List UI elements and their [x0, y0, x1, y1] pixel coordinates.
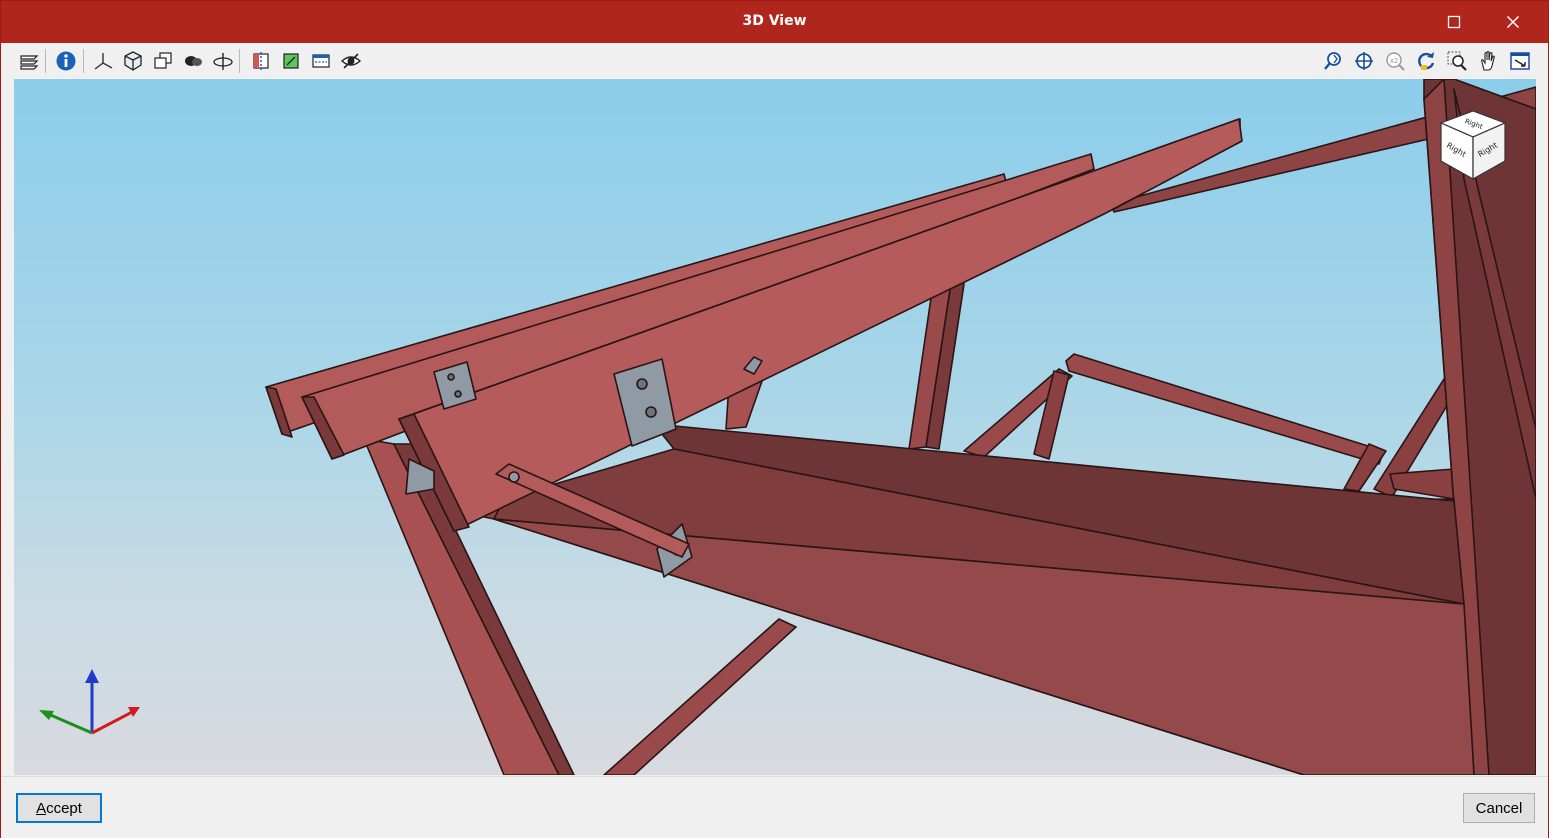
lower-brace — [603, 618, 797, 775]
render-button[interactable] — [181, 50, 205, 72]
section-button[interactable] — [249, 50, 273, 72]
layers-icon — [20, 55, 39, 70]
select-button[interactable] — [279, 50, 303, 72]
render-icon — [185, 56, 202, 66]
title-bar: 3D View — [1, 1, 1548, 43]
toolbar-separator — [83, 49, 84, 73]
views-button[interactable] — [151, 50, 175, 72]
zoom-x2-icon: x2 — [1386, 52, 1405, 71]
view-cube[interactable]: Right Right Right — [1435, 107, 1511, 183]
dialog-window: 3D View x2 Right Right Right A ccept Can… — [0, 0, 1549, 838]
maximize-button[interactable] — [1426, 1, 1482, 43]
window-title: 3D View — [742, 13, 807, 29]
zoom-window-icon — [1447, 51, 1467, 71]
toolbar: x2 — [7, 43, 1544, 79]
maximize-icon — [1447, 15, 1461, 29]
rotate-button[interactable] — [211, 50, 235, 72]
pan-hand-icon — [1481, 51, 1495, 71]
window-icon — [312, 54, 330, 68]
axis-triad-icon — [39, 669, 140, 735]
cancel-button[interactable]: Cancel — [1463, 793, 1535, 823]
toolbar-separator — [239, 49, 240, 73]
accept-button[interactable]: Accept — [16, 793, 102, 823]
window-button[interactable] — [309, 50, 333, 72]
info-icon — [56, 51, 76, 71]
refresh-button[interactable] — [1414, 50, 1438, 72]
zoom-all-icon — [1355, 52, 1373, 70]
zoom-window-button[interactable] — [1445, 50, 1469, 72]
3d-viewport[interactable]: Right Right Right — [14, 79, 1536, 775]
section-icon — [253, 52, 269, 70]
refresh-icon — [1418, 52, 1435, 70]
steel-structure-model — [265, 79, 1536, 775]
cube-view-icon — [124, 51, 142, 71]
pan-hand-button[interactable] — [1476, 50, 1500, 72]
cube-view-button[interactable] — [121, 50, 145, 72]
rotate-icon — [213, 53, 233, 70]
zoom-previous-button[interactable] — [1321, 50, 1345, 72]
zoom-x2-button[interactable]: x2 — [1383, 50, 1407, 72]
zoom-x2-label: x2 — [1390, 57, 1399, 65]
dialog-footer: Accept Cancel — [1, 776, 1548, 838]
back-truss-chord — [1065, 353, 1385, 465]
fit-window-icon — [1510, 52, 1530, 70]
accept-label: ccept — [46, 799, 82, 817]
axes-button[interactable] — [91, 50, 115, 72]
zoom-previous-icon — [1324, 52, 1341, 70]
views-icon — [154, 52, 172, 69]
zoom-all-button[interactable] — [1352, 50, 1376, 72]
info-button[interactable] — [54, 50, 78, 72]
close-button[interactable] — [1485, 1, 1541, 43]
visibility-icon — [340, 53, 362, 69]
visibility-button[interactable] — [339, 50, 363, 72]
layers-button[interactable] — [17, 50, 41, 72]
accept-mnemonic: A — [36, 799, 47, 817]
toolbar-separator — [45, 49, 46, 73]
close-icon — [1506, 15, 1520, 29]
axes-icon — [94, 53, 113, 70]
select-icon — [283, 53, 299, 69]
fit-window-button[interactable] — [1508, 50, 1532, 72]
